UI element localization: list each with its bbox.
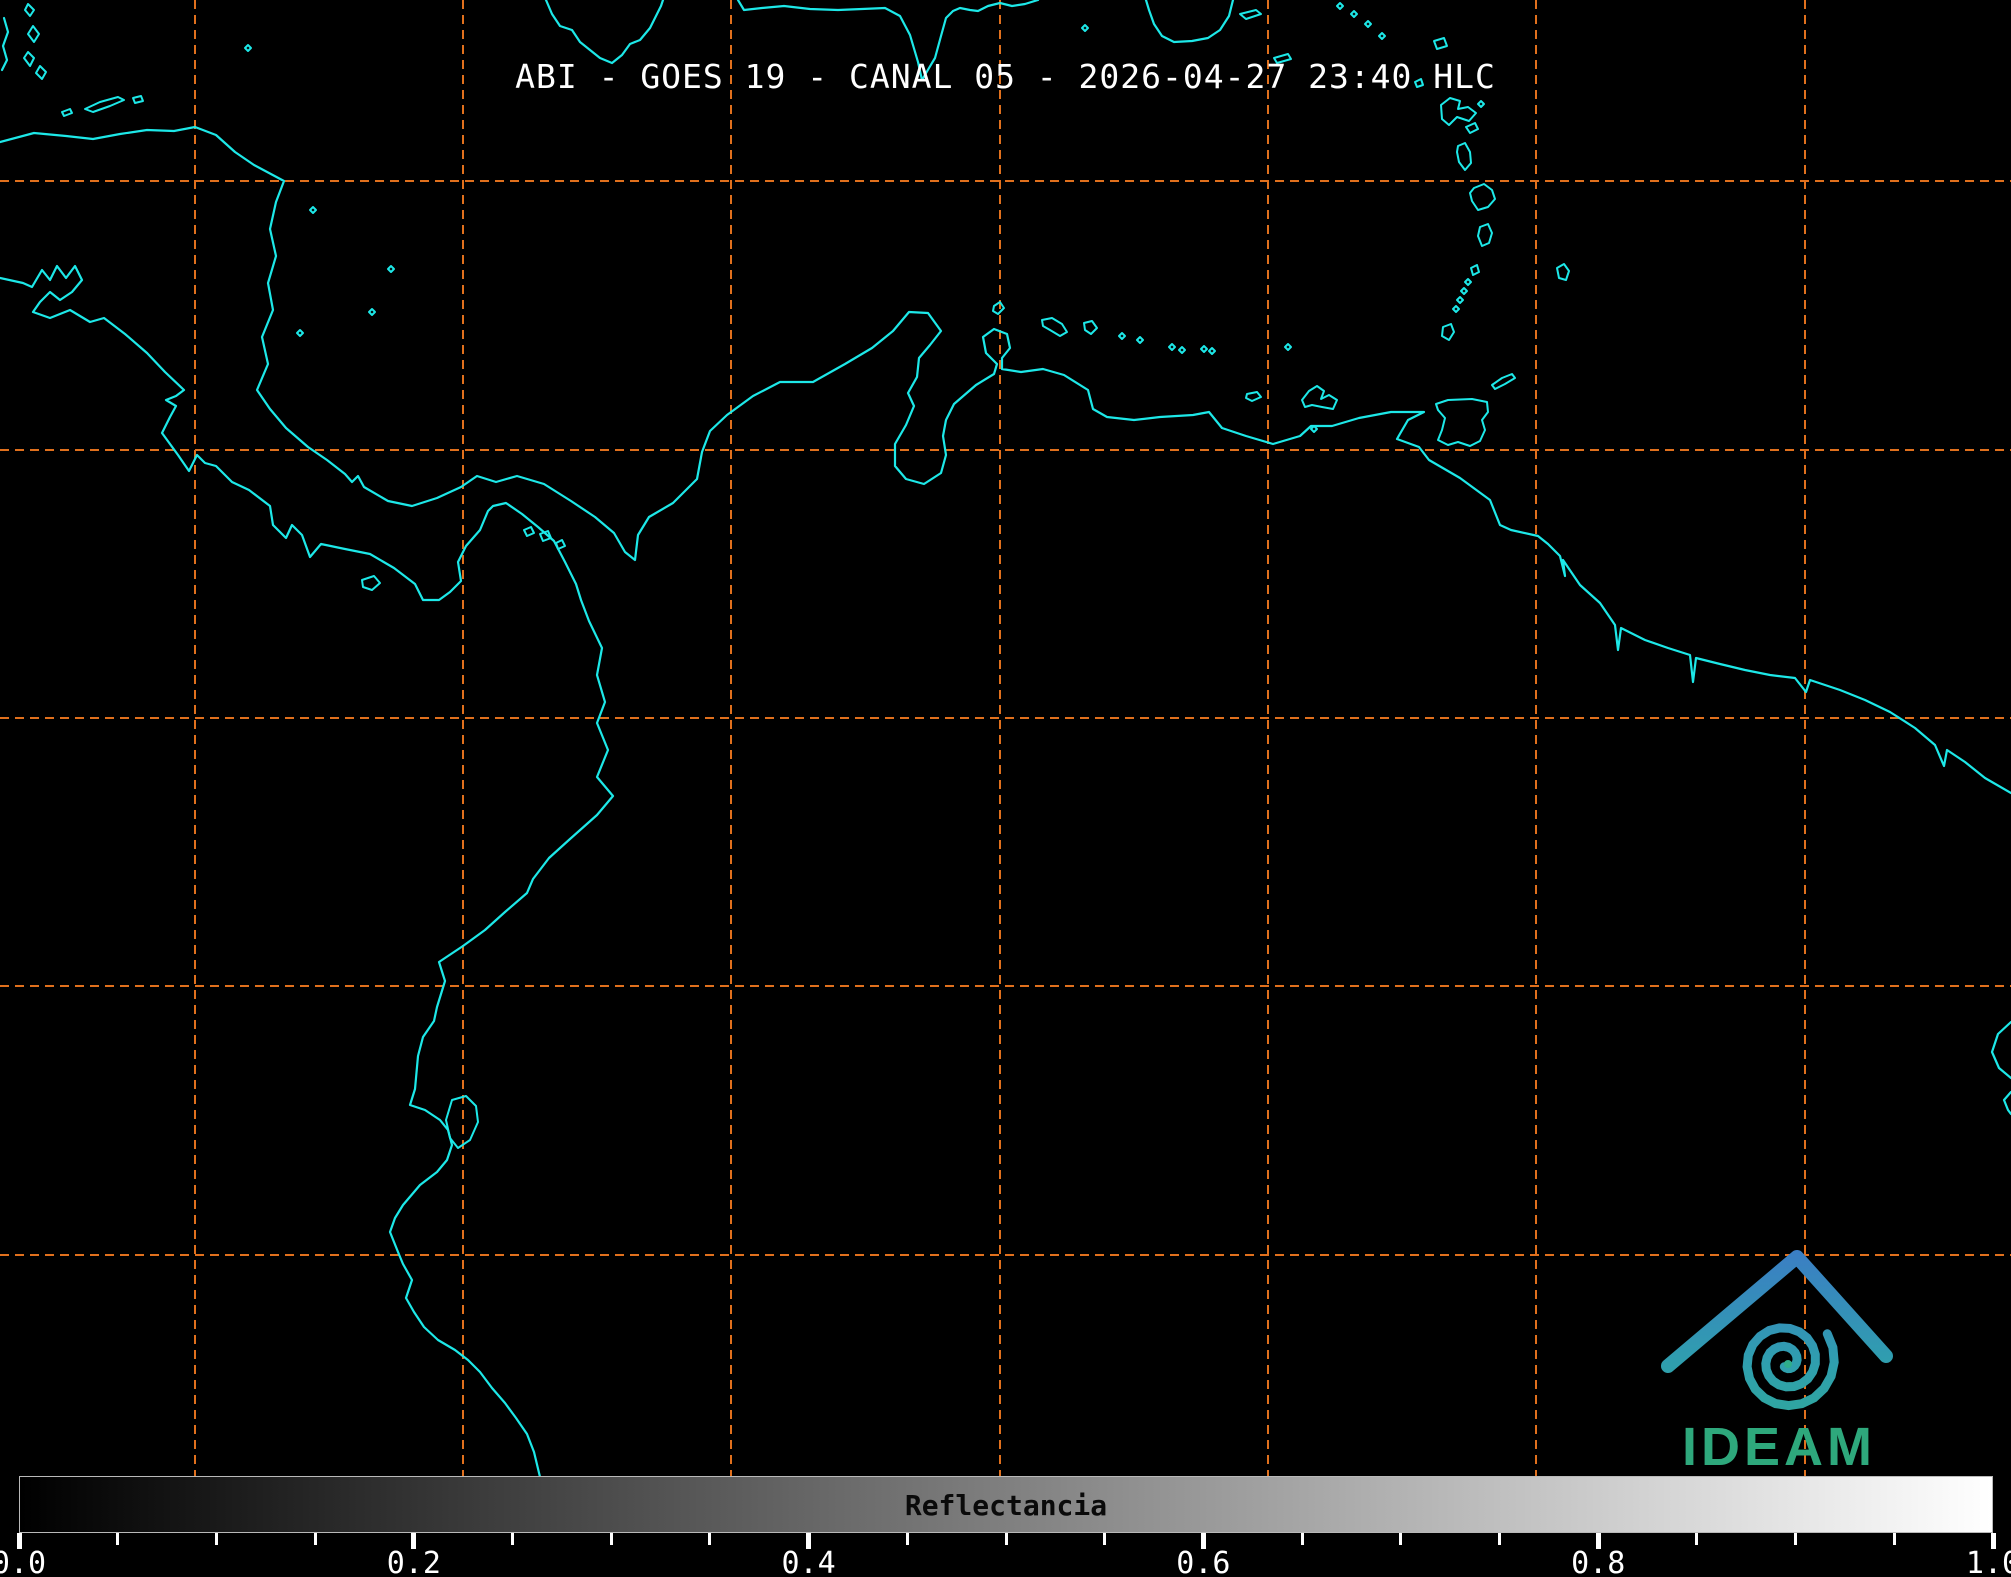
island-pearl-a xyxy=(524,527,534,536)
island-barbados xyxy=(1557,264,1569,280)
colorbar-minor-tick xyxy=(1794,1533,1797,1545)
colorbar-minor-tick xyxy=(215,1533,218,1545)
island-aruba xyxy=(993,302,1004,314)
islet xyxy=(1337,3,1343,9)
colorbar-tick-label: 0.8 xyxy=(1571,1546,1625,1577)
colorbar-tick-label: 0.0 xyxy=(0,1546,46,1577)
islet xyxy=(1285,344,1291,350)
image-title: ABI - GOES 19 - CANAL 05 - 2026-04-27 23… xyxy=(0,57,2011,96)
colorbar-tick-label: 0.2 xyxy=(387,1546,441,1577)
island-vieques xyxy=(1240,10,1261,19)
island-pearl-b xyxy=(540,531,551,541)
coastline-amazon-bank-2 xyxy=(2004,1092,2011,1114)
island-roatan xyxy=(85,97,124,112)
colorbar-minor-tick xyxy=(1399,1533,1402,1545)
islet xyxy=(1179,347,1185,353)
island-belize-caye-b xyxy=(28,26,39,42)
ideam-logo-text: IDEAM xyxy=(1682,1417,1876,1476)
islet xyxy=(388,266,394,272)
islet xyxy=(297,330,303,336)
islet xyxy=(1465,279,1471,285)
islet xyxy=(1311,426,1317,432)
colorbar-minor-tick xyxy=(1498,1533,1501,1545)
islet xyxy=(1169,344,1175,350)
colorbar-minor-tick xyxy=(1893,1533,1896,1545)
island-coiba xyxy=(362,576,380,590)
colorbar-minor-tick xyxy=(1103,1533,1106,1545)
island-utila xyxy=(62,109,72,116)
island-martinique xyxy=(1470,184,1495,210)
islet xyxy=(1201,346,1207,352)
colorbar-gradient: Reflectancia xyxy=(19,1476,1993,1533)
islet xyxy=(1478,101,1484,107)
islet xyxy=(245,45,251,51)
colorbar-tick-label: 0.4 xyxy=(782,1546,836,1577)
islet xyxy=(1365,21,1371,27)
island-pearl-c xyxy=(556,540,565,549)
colorbar-minor-tick xyxy=(708,1533,711,1545)
island-la-tortuga xyxy=(1246,392,1261,401)
coastline-caribbean-mainland xyxy=(0,127,2011,793)
coastline-jamaica-south xyxy=(546,0,663,63)
islet xyxy=(1209,348,1215,354)
islet xyxy=(1453,306,1459,312)
islet xyxy=(1379,33,1385,39)
island-grenada xyxy=(1442,324,1454,340)
coastline-pacific-mainland xyxy=(0,266,613,1476)
island-bonaire xyxy=(1084,321,1097,334)
islet xyxy=(1137,337,1143,343)
colorbar-minor-tick xyxy=(1301,1533,1304,1545)
coastline-puerto-rico-south xyxy=(1146,0,1233,42)
island-marie-galante xyxy=(1466,123,1478,133)
colorbar-minor-tick xyxy=(116,1533,119,1545)
island-dominica xyxy=(1457,143,1471,170)
colorbar-tick-label: 0.6 xyxy=(1176,1546,1230,1577)
islet xyxy=(369,309,375,315)
island-guanaja xyxy=(133,96,143,103)
colorbar-minor-tick xyxy=(1695,1533,1698,1545)
island-belize-caye-a xyxy=(25,4,34,16)
satellite-image-viewer: IDEAM ABI - GOES 19 - CANAL 05 - 2026-04… xyxy=(0,0,2011,1577)
island-guadeloupe xyxy=(1441,98,1476,125)
colorbar-title: Reflectancia xyxy=(20,1477,1992,1534)
satellite-map: IDEAM xyxy=(0,0,2011,1476)
islet xyxy=(1457,297,1463,303)
islet xyxy=(1119,333,1125,339)
islet xyxy=(310,207,316,213)
coastline-amazon-bank xyxy=(1992,1022,2011,1078)
colorbar-minor-tick xyxy=(610,1533,613,1545)
islet xyxy=(1082,25,1088,31)
island-st-lucia xyxy=(1478,224,1492,246)
island-tobago xyxy=(1492,374,1515,389)
island-margarita xyxy=(1302,386,1337,409)
colorbar-minor-tick xyxy=(314,1533,317,1545)
colorbar-tick-label: 1.0 xyxy=(1966,1546,2011,1577)
colorbar-minor-tick xyxy=(1005,1533,1008,1545)
island-curacao xyxy=(1042,318,1067,336)
island-trinidad xyxy=(1436,399,1488,446)
island-antigua xyxy=(1434,38,1447,49)
islet xyxy=(1351,11,1357,17)
islet xyxy=(1461,288,1467,294)
colorbar-minor-tick xyxy=(511,1533,514,1545)
island-st-vincent xyxy=(1471,265,1479,275)
ideam-swirl-eye-icon xyxy=(1784,1360,1792,1368)
colorbar-minor-tick xyxy=(906,1533,909,1545)
